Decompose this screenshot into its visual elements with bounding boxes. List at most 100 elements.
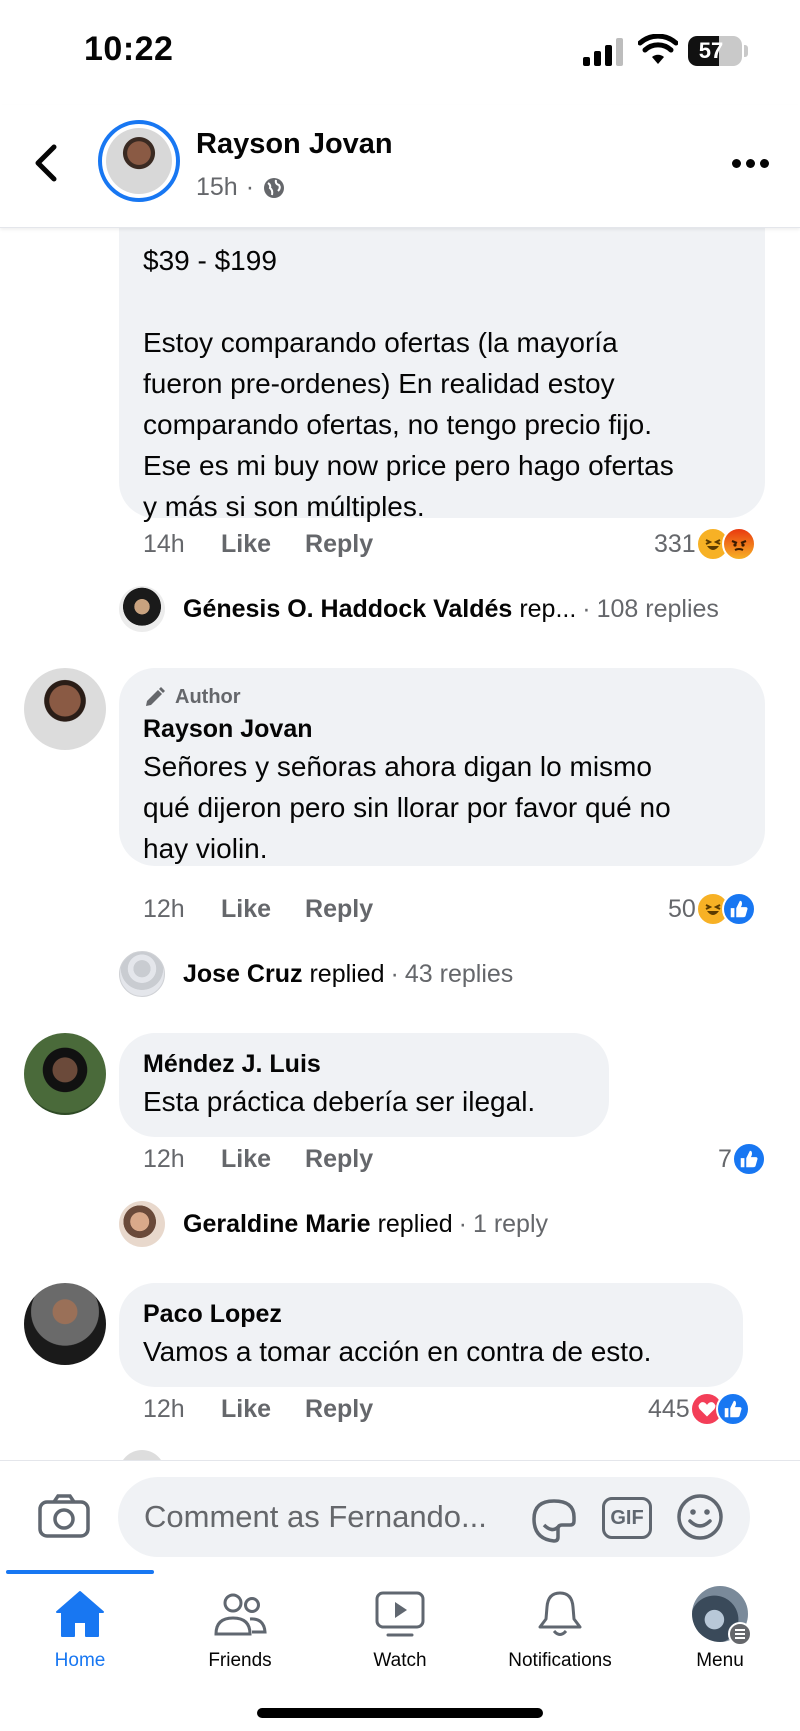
reaction-summary[interactable]: 7 [718,1141,766,1177]
next-replier-avatar-partial [119,1450,165,1460]
nav-watch[interactable]: Watch [320,1584,480,1684]
battery-level: 57 [698,38,724,63]
like-reaction-icon [721,892,756,926]
reply-button[interactable]: Reply [305,1145,373,1174]
comment-author[interactable]: Méndez J. Luis [143,1047,585,1081]
replies-row[interactable]: Geraldine Marie replied · 1 reply [119,1201,548,1247]
meta-separator: · [245,173,255,201]
reply-button[interactable]: Reply [305,1395,373,1424]
globe-icon [264,177,285,198]
reply-button[interactable]: Reply [305,895,373,924]
replies-row[interactable]: Génesis O. Haddock Valdés rep... · 108 r… [119,586,719,632]
comment-text: hay violin. [143,833,268,864]
nav-label: Friends [208,1650,272,1671]
back-chevron-icon[interactable] [28,141,68,185]
like-button[interactable]: Like [221,1145,271,1174]
post-header: Rayson Jovan 15h · [0,105,800,228]
comment-text [143,281,741,322]
more-options-icon[interactable] [732,157,770,171]
like-reaction-icon [731,1142,766,1176]
home-indicator [257,1708,543,1718]
reaction-summary[interactable]: 50 [668,891,756,927]
friends-icon [214,1593,267,1636]
active-tab-indicator [6,1570,154,1574]
comment-author[interactable]: Paco Lopez [143,1297,719,1331]
like-button[interactable]: Like [221,530,271,559]
reply-count: 108 replies [596,594,719,623]
commenter-avatar[interactable] [24,1033,106,1115]
commenter-avatar[interactable] [24,1283,106,1365]
post-meta: 15h · [196,173,286,202]
camera-icon[interactable] [38,1493,90,1539]
nav-friends[interactable]: Friends [160,1584,320,1684]
comment-author[interactable]: Rayson Jovan [143,712,741,746]
like-button[interactable]: Like [221,1395,271,1424]
status-time: 10:22 [84,30,174,68]
replier-name: Geraldine Marie [183,1209,371,1238]
bell-icon [538,1591,582,1636]
comment-bubble[interactable]: Author Rayson Jovan Señores y señoras ah… [119,668,765,866]
comment-actions: 12h Like Reply [143,1391,407,1427]
reaction-count: 331 [654,529,696,558]
reply-avatar-placeholder [119,951,165,997]
replier-name: Jose Cruz [183,959,303,988]
nav-home[interactable]: Home [0,1584,160,1684]
comments-list: $39 - $199 Estoy comparando ofertas (la … [0,228,800,1460]
angry-reaction-icon [721,527,756,561]
reaction-summary[interactable]: 331 [654,526,756,562]
like-button[interactable]: Like [221,895,271,924]
comment-text: Estoy comparando ofertas (la mayoría [143,327,618,358]
menu-avatar-icon [692,1586,752,1646]
comment-time: 12h [143,894,185,923]
replied-verb: rep... [519,594,577,623]
nav-label: Watch [373,1650,427,1671]
avatar-image [106,128,172,194]
comment-text: comparando ofertas, no tengo precio fijo… [143,409,652,440]
cellular-signal-icon [583,38,623,66]
menu-badge-icon [728,1622,752,1646]
reaction-count: 50 [668,894,696,923]
comment-time: 12h [143,1394,185,1423]
reply-avatar [119,586,165,632]
bottom-nav: Home Friends Watch Notifications Menu [0,1570,800,1731]
nav-label: Menu [696,1650,744,1671]
status-bar: 10:22 57 [0,0,800,105]
home-icon [56,1591,104,1637]
replied-verb: replied [309,959,385,988]
replier-name: Génesis O. Haddock Valdés [183,594,513,623]
comment-bubble[interactable]: $39 - $199 Estoy comparando ofertas (la … [119,228,765,522]
nav-label: Home [54,1650,106,1671]
emoji-icon[interactable] [676,1493,724,1541]
reply-button[interactable]: Reply [305,530,373,559]
commenter-avatar[interactable] [24,668,106,750]
comment-actions: 12h Like Reply [143,891,407,927]
comment-bubble[interactable]: Méndez J. Luis Esta práctica debería ser… [119,1033,609,1137]
nav-label: Notifications [508,1650,612,1671]
reply-count: 1 reply [472,1209,549,1238]
sticker-icon[interactable] [528,1495,580,1543]
battery-nub [744,45,748,57]
gif-button[interactable]: GIF [602,1497,652,1539]
reply-count: 43 replies [404,959,514,988]
reaction-count: 445 [648,1394,690,1423]
comment-text: qué dijeron pero sin llorar por favor qu… [143,792,671,823]
nav-menu[interactable]: Menu [640,1584,800,1684]
comment-time: 14h [143,529,185,558]
comment-actions: 12h Like Reply [143,1141,407,1177]
post-author-avatar[interactable] [98,120,180,202]
pencil-icon [146,687,165,706]
comment-text: y más si son múltiples. [143,491,425,522]
comment-text: Ese es mi buy now price pero hago oferta… [143,450,674,481]
author-badge: Author [143,682,741,712]
replied-verb: replied [377,1209,453,1238]
wifi-icon [638,34,678,64]
reaction-count: 7 [718,1144,732,1173]
reaction-summary[interactable]: 445 [648,1391,750,1427]
post-author-name[interactable]: Rayson Jovan [196,128,393,161]
comment-input[interactable] [118,1477,750,1557]
comment-text: Señores y señoras ahora digan lo mismo [143,751,652,782]
comment-time: 12h [143,1144,185,1173]
comment-bubble[interactable]: Paco Lopez Vamos a tomar acción en contr… [119,1283,743,1387]
replies-row[interactable]: Jose Cruz replied · 43 replies [119,951,513,997]
nav-notifications[interactable]: Notifications [480,1584,640,1684]
